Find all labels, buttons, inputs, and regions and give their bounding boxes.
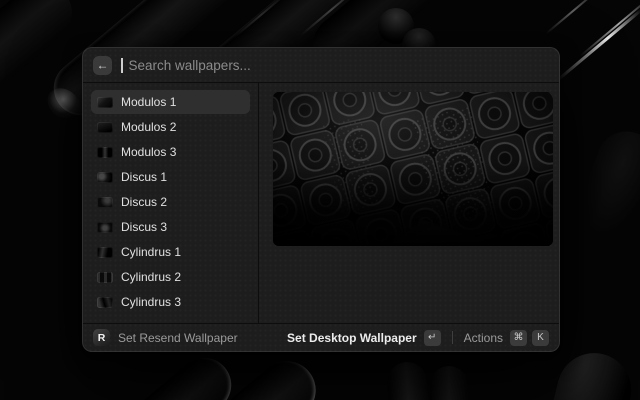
wallpaper-thumbnail [97, 247, 113, 258]
wallpaper-thumbnail [97, 197, 113, 208]
resend-logo-letter: R [98, 332, 106, 344]
wallpaper-thumbnail [97, 297, 113, 308]
wallpaper-list: Modulos 1 Modulos 2 Modulos 3 Discus 1 D… [83, 83, 259, 323]
list-item-modulos-3[interactable]: Modulos 3 [91, 140, 250, 164]
list-item-label: Discus 1 [121, 170, 167, 184]
footer-bar: R Set Resend Wallpaper Set Desktop Wallp… [83, 323, 559, 351]
back-arrow-icon: ← [97, 59, 109, 71]
list-item-label: Modulos 1 [121, 95, 176, 109]
back-button[interactable]: ← [93, 56, 112, 75]
wallpaper-thumbnail [97, 97, 113, 108]
list-item-discus-1[interactable]: Discus 1 [91, 165, 250, 189]
list-item-cylindrus-2[interactable]: Cylindrus 2 [91, 265, 250, 289]
wallpaper-thumbnail [97, 172, 113, 183]
wallpaper-rod [430, 366, 468, 400]
list-item-label: Discus 3 [121, 220, 167, 234]
actions-button[interactable]: Actions ⌘ K [464, 330, 549, 346]
list-item-label: Cylindrus 1 [121, 245, 181, 259]
set-desktop-wallpaper-button[interactable]: Set Desktop Wallpaper ↵ [287, 330, 441, 346]
wallpaper-rod [531, 345, 639, 400]
wallpaper-thumbnail [97, 147, 113, 158]
screen: ← Modulos 1 Modulos 2 Modulos 3 [0, 0, 640, 400]
list-item-label: Discus 2 [121, 195, 167, 209]
window-body: Modulos 1 Modulos 2 Modulos 3 Discus 1 D… [83, 83, 559, 323]
wallpaper-rod [0, 347, 242, 400]
preview-panel [259, 83, 559, 323]
list-item-cylindrus-1[interactable]: Cylindrus 1 [91, 240, 250, 264]
list-item-label: Cylindrus 3 [121, 295, 181, 309]
search-bar: ← [83, 48, 559, 83]
list-item-discus-3[interactable]: Discus 3 [91, 215, 250, 239]
wallpaper-highlight [580, 0, 640, 57]
return-key-icon: ↵ [424, 330, 441, 346]
command-title: Set Resend Wallpaper [118, 331, 238, 345]
wallpaper-thumbnail [97, 122, 113, 133]
wallpaper-preview-image [273, 92, 553, 246]
resend-logo: R [93, 329, 110, 346]
wallpaper-picker-window: ← Modulos 1 Modulos 2 Modulos 3 [82, 47, 560, 352]
list-item-label: Cylindrus 2 [121, 270, 181, 284]
wallpaper-thumbnail [97, 222, 113, 233]
list-item-label: Modulos 3 [121, 145, 176, 159]
wallpaper-highlight [556, 8, 640, 81]
search-input[interactable] [127, 57, 550, 74]
k-key-icon: K [532, 330, 549, 346]
list-item-modulos-2[interactable]: Modulos 2 [91, 115, 250, 139]
list-item-cylindrus-3[interactable]: Cylindrus 3 [91, 290, 250, 314]
text-caret [121, 58, 123, 73]
wallpaper-thumbnail [97, 272, 113, 283]
wallpaper-rod [386, 361, 434, 400]
wallpaper-rod [571, 123, 640, 247]
wallpaper-highlight [546, 0, 601, 34]
footer-divider [452, 331, 453, 344]
list-item-discus-2[interactable]: Discus 2 [91, 190, 250, 214]
actions-label: Actions [464, 331, 503, 345]
command-key-icon: ⌘ [510, 330, 527, 346]
list-item-modulos-1[interactable]: Modulos 1 [91, 90, 250, 114]
list-item-label: Modulos 2 [121, 120, 176, 134]
primary-action-label: Set Desktop Wallpaper [287, 331, 417, 345]
